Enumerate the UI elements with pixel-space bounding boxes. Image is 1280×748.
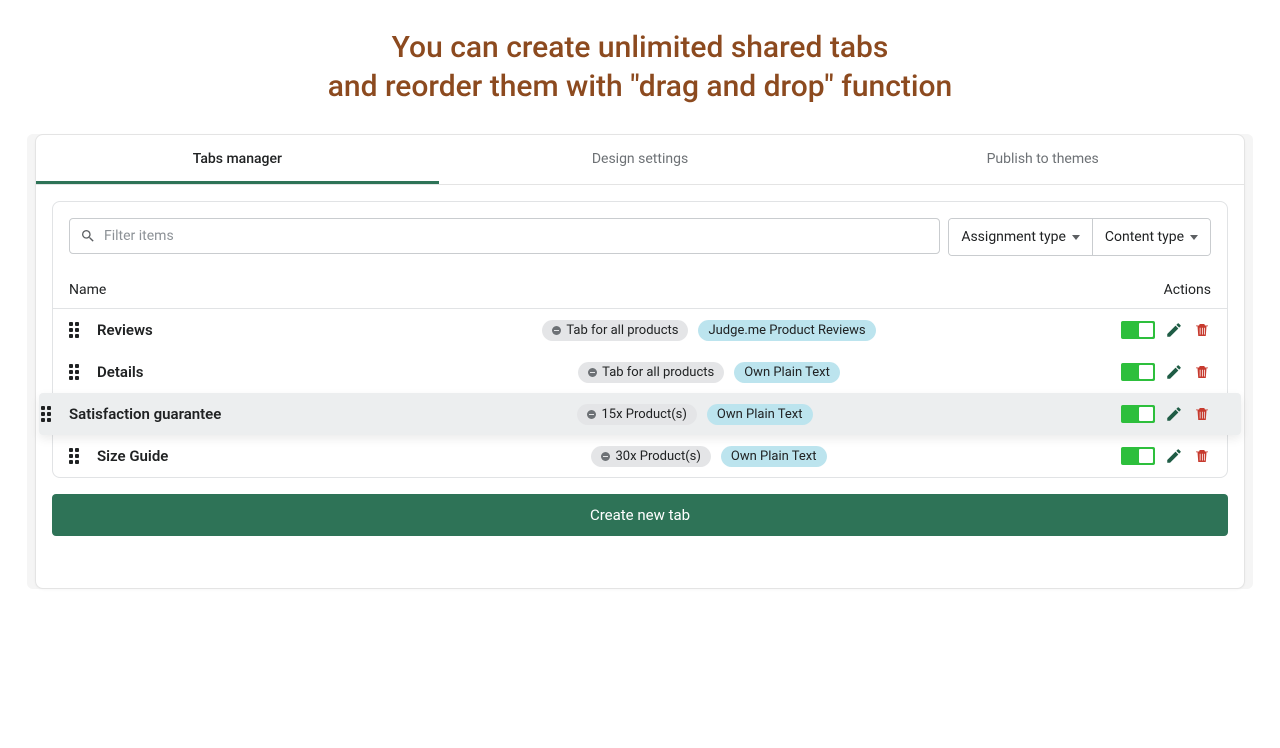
- assignment-text: 30x Product(s): [615, 449, 700, 464]
- row-badges: Tab for all products Judge.me Product Rev…: [297, 320, 1121, 341]
- row-actions: [1121, 321, 1211, 339]
- drag-handle-icon[interactable]: [69, 448, 83, 464]
- assignment-badge: 30x Product(s): [591, 446, 710, 467]
- assignment-text: Tab for all products: [602, 365, 714, 380]
- chevron-down-icon: [1072, 235, 1080, 240]
- tab-tabs-manager[interactable]: Tabs manager: [36, 135, 439, 184]
- assignment-badge: Tab for all products: [578, 362, 724, 383]
- row-badges: Tab for all products Own Plain Text: [297, 362, 1121, 383]
- search-wrap[interactable]: [69, 218, 940, 254]
- app-container: Tabs manager Design settings Publish to …: [27, 134, 1253, 589]
- row-badges: 30x Product(s) Own Plain Text: [297, 446, 1121, 467]
- content-type-label: Content type: [1105, 229, 1184, 245]
- table-header: Name Actions: [53, 272, 1227, 309]
- rows-container: Reviews Tab for all products Judge.me Prod…: [53, 309, 1227, 477]
- row-name: Size Guide: [97, 447, 297, 465]
- filter-dropdowns: Assignment type Content type: [948, 218, 1211, 256]
- drag-handle-icon[interactable]: [41, 406, 55, 422]
- row-name: Satisfaction guarantee: [69, 405, 269, 423]
- content-type-dropdown[interactable]: Content type: [1092, 219, 1210, 255]
- col-name: Name: [69, 282, 106, 298]
- row-actions: [1121, 447, 1211, 465]
- delete-icon[interactable]: [1193, 363, 1211, 381]
- content-badge: Own Plain Text: [721, 446, 827, 467]
- badge-dot-icon: [587, 410, 596, 419]
- badge-dot-icon: [601, 452, 610, 461]
- assignment-type-dropdown[interactable]: Assignment type: [949, 219, 1092, 255]
- content-badge: Own Plain Text: [734, 362, 840, 383]
- tab-design-settings[interactable]: Design settings: [439, 135, 842, 184]
- assignment-text: 15x Product(s): [601, 407, 686, 422]
- table-row[interactable]: Size Guide 30x Product(s) Own Plain Text: [53, 435, 1227, 477]
- edit-icon[interactable]: [1165, 363, 1183, 381]
- delete-icon[interactable]: [1193, 321, 1211, 339]
- table-row[interactable]: Reviews Tab for all products Judge.me Prod…: [53, 309, 1227, 351]
- content-badge: Judge.me Product Reviews: [698, 320, 875, 341]
- edit-icon[interactable]: [1165, 405, 1183, 423]
- list-card: Assignment type Content type Name Action…: [52, 201, 1228, 478]
- tabs-bar: Tabs manager Design settings Publish to …: [36, 135, 1244, 185]
- search-icon: [80, 228, 96, 244]
- row-name: Details: [97, 363, 297, 381]
- row-name: Reviews: [97, 321, 297, 339]
- tab-publish-to-themes[interactable]: Publish to themes: [841, 135, 1244, 184]
- badge-dot-icon: [552, 326, 561, 335]
- headline-line1: You can create unlimited shared tabs: [0, 28, 1280, 67]
- create-new-tab-button[interactable]: Create new tab: [52, 494, 1228, 536]
- chevron-down-icon: [1190, 235, 1198, 240]
- drag-handle-icon[interactable]: [69, 364, 83, 380]
- assignment-badge: Tab for all products: [542, 320, 688, 341]
- row-actions: [1121, 363, 1211, 381]
- filter-row: Assignment type Content type: [53, 202, 1227, 272]
- edit-icon[interactable]: [1165, 447, 1183, 465]
- row-badges: 15x Product(s) Own Plain Text: [269, 404, 1121, 425]
- badge-dot-icon: [588, 368, 597, 377]
- delete-icon[interactable]: [1193, 447, 1211, 465]
- assignment-type-label: Assignment type: [961, 229, 1066, 245]
- col-actions: Actions: [1164, 282, 1211, 298]
- delete-icon[interactable]: [1193, 405, 1211, 423]
- panel: Assignment type Content type Name Action…: [36, 185, 1244, 588]
- enable-toggle[interactable]: [1121, 405, 1155, 423]
- headline-line2: and reorder them with "drag and drop" fu…: [0, 67, 1280, 106]
- assignment-badge: 15x Product(s): [577, 404, 696, 425]
- table-row[interactable]: Details Tab for all products Own Plain Tex…: [53, 351, 1227, 393]
- table-row[interactable]: Satisfaction guarantee 15x Product(s) Own …: [39, 393, 1241, 435]
- enable-toggle[interactable]: [1121, 363, 1155, 381]
- edit-icon[interactable]: [1165, 321, 1183, 339]
- main-card: Tabs manager Design settings Publish to …: [35, 134, 1245, 589]
- search-input[interactable]: [96, 228, 929, 244]
- drag-handle-icon[interactable]: [69, 322, 83, 338]
- enable-toggle[interactable]: [1121, 447, 1155, 465]
- row-actions: [1121, 405, 1211, 423]
- page-headline: You can create unlimited shared tabs and…: [0, 28, 1280, 106]
- assignment-text: Tab for all products: [566, 323, 678, 338]
- enable-toggle[interactable]: [1121, 321, 1155, 339]
- content-badge: Own Plain Text: [707, 404, 813, 425]
